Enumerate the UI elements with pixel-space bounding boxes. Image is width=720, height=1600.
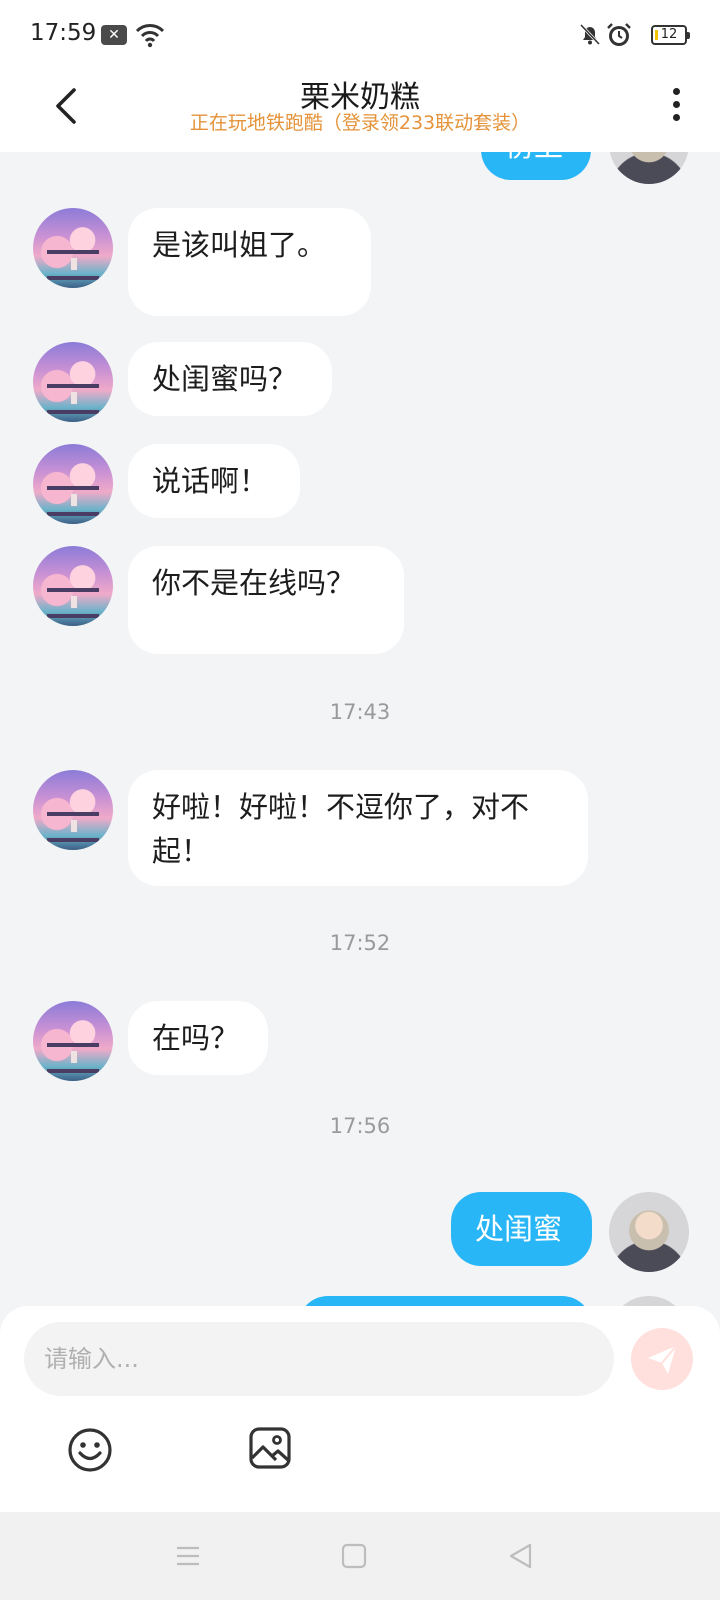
message-text: 处闺蜜吗？ xyxy=(152,362,298,396)
message-bubble-self[interactable]: 处闺蜜 xyxy=(451,1192,592,1266)
message-bubble-other[interactable]: 你不是在线吗？ xyxy=(128,546,404,654)
bell-off-icon xyxy=(579,23,601,46)
battery-indicator: 12 xyxy=(651,25,690,45)
input-panel xyxy=(0,1306,720,1512)
wifi-icon xyxy=(135,24,165,48)
message-bubble-other[interactable]: 在吗？ xyxy=(128,1001,268,1075)
timestamp: 17:43 xyxy=(329,700,391,724)
avatar-contact[interactable] xyxy=(33,546,113,626)
avatar-contact[interactable] xyxy=(33,1001,113,1081)
timestamp: 17:52 xyxy=(329,931,391,955)
send-button[interactable] xyxy=(631,1328,693,1390)
avatar-contact[interactable] xyxy=(33,770,113,850)
message-text: 在吗？ xyxy=(152,1021,240,1055)
alarm-clock-icon xyxy=(607,23,631,46)
contact-status[interactable]: 正在玩地铁跑酷（登录领233联动套装） xyxy=(0,108,720,135)
more-vertical-icon[interactable] xyxy=(662,84,690,128)
message-text: 傍上 xyxy=(505,152,563,163)
avatar-self[interactable] xyxy=(609,1192,689,1272)
message-text: 好啦！好啦！不逗你了，对不起！ xyxy=(152,790,530,868)
message-bubble-other[interactable]: 是该叫姐了。 xyxy=(128,208,371,316)
avatar-contact[interactable] xyxy=(33,444,113,524)
message-bubble-self[interactable]: 傍上 xyxy=(481,152,591,180)
avatar-contact[interactable] xyxy=(33,208,113,288)
timestamp: 17:56 xyxy=(329,1114,391,1138)
status-time: 17:59 xyxy=(30,20,97,46)
avatar-self[interactable] xyxy=(609,152,689,184)
home-square-icon[interactable] xyxy=(340,1542,368,1570)
avatar-contact[interactable] xyxy=(33,342,113,422)
smiley-icon[interactable] xyxy=(66,1426,114,1474)
message-bubble-other[interactable]: 处闺蜜吗？ xyxy=(128,342,332,416)
back-triangle-icon[interactable] xyxy=(507,1542,535,1570)
status-bar: 17:59 ✕ 12 xyxy=(0,0,720,68)
system-navigation-bar xyxy=(0,1512,720,1600)
chat-header: 栗米奶糕 正在玩地铁跑酷（登录领233联动套装） xyxy=(0,68,720,152)
message-text: 你不是在线吗？ xyxy=(152,566,356,600)
message-input[interactable] xyxy=(24,1322,614,1396)
close-notification-icon: ✕ xyxy=(101,25,127,45)
menu-icon[interactable] xyxy=(174,1542,202,1570)
send-icon xyxy=(648,1345,677,1374)
message-text: 是该叫姐了。 xyxy=(152,228,327,262)
message-text: 说话啊！ xyxy=(152,464,269,498)
message-bubble-other[interactable]: 说话啊！ xyxy=(128,444,300,518)
message-list[interactable]: 傍上 是该叫姐了。 处闺蜜吗？ 说话啊！ 你不是在线吗？ 17:43 好啦！好啦… xyxy=(0,152,720,1308)
message-text: 处闺蜜 xyxy=(475,1212,563,1246)
message-bubble-other[interactable]: 好啦！好啦！不逗你了，对不起！ xyxy=(128,770,588,886)
image-icon[interactable] xyxy=(248,1426,292,1470)
